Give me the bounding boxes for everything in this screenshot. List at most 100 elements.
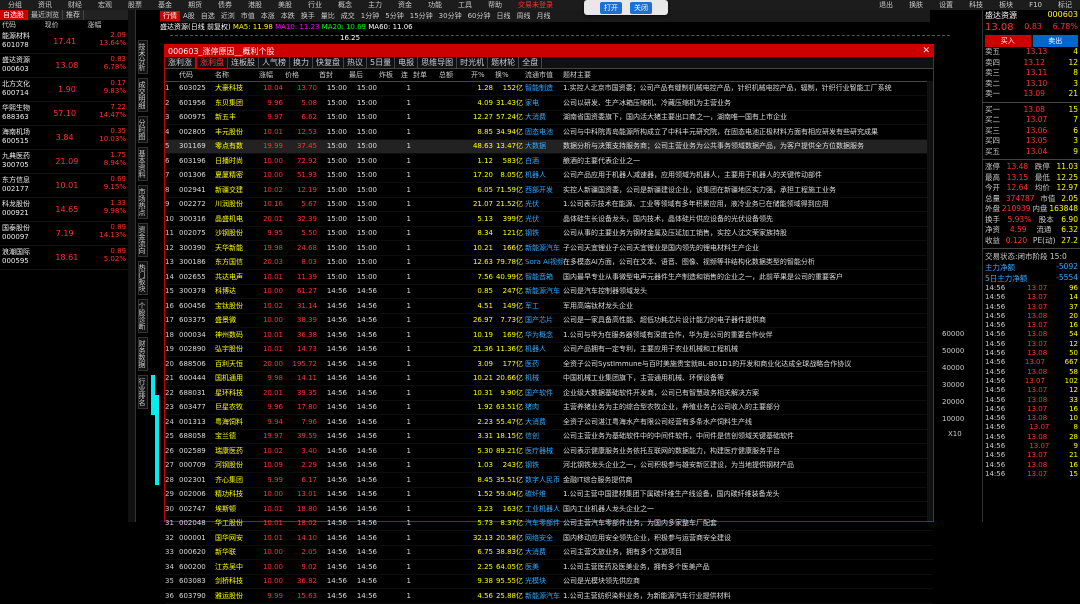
menu-item[interactable]: 财经 — [60, 0, 90, 10]
watchlist-row[interactable]: 浪潮国际 000595 18.61 0.89 5.02% — [0, 246, 128, 270]
table-row[interactable]: 22 688031 星环科技 20.01 39.35 14:56 14:56 1 10.31 9.… — [165, 385, 933, 401]
chart-tool[interactable]: 周线 — [514, 11, 534, 21]
menu-item[interactable]: 概念 — [330, 0, 360, 10]
chart-tool[interactable]: 本跌 — [278, 11, 298, 21]
toolbar-item[interactable]: F10 — [1021, 1, 1050, 9]
table-row[interactable]: 15 300378 科博达 10.00 61.27 14:56 14:56 1 0.85 247亿… — [165, 284, 933, 299]
table-row[interactable]: 20 688506 百利天恒 20.00 195.72 14:56 14:56 1 3.09 17… — [165, 356, 933, 372]
side-tab[interactable]: 成交明细 — [138, 78, 148, 112]
side-tab[interactable]: 资金流向 — [138, 223, 148, 257]
chart-tool[interactable]: 60分钟 — [465, 11, 494, 21]
buy-button[interactable]: 买入 — [985, 35, 1031, 47]
dialog-tab[interactable]: 换力 — [290, 57, 313, 68]
menu-item[interactable]: 美股 — [270, 0, 300, 10]
side-tab[interactable]: 财务数据 — [138, 337, 148, 371]
watchlist-row[interactable]: 北方文化 600714 1.90 0.17 9.83% — [0, 78, 128, 102]
chart-tool[interactable]: 市值 — [238, 11, 258, 21]
column-header[interactable]: 题材主要 — [563, 69, 607, 82]
watchlist-row[interactable]: 九典医药 300705 21.09 1.75 8.94% — [0, 150, 128, 174]
table-row[interactable]: 21 600444 国机通用 9.98 14.11 14:56 14:56 1 10.21 20.… — [165, 371, 933, 386]
menu-item[interactable]: 期货 — [180, 0, 210, 10]
chart-tool[interactable]: 1分钟 — [358, 11, 382, 21]
ask-row[interactable]: 卖一 13.09 21 — [985, 89, 1078, 100]
menu-item[interactable]: 资金 — [390, 0, 420, 10]
open-button[interactable]: 打开 — [600, 1, 622, 14]
table-row[interactable]: 4 002805 丰元股份 10.01 12.53 15:00 15:00 1 8.85 34.9… — [165, 124, 933, 140]
table-row[interactable]: 17 603375 盛景微 10.00 38.39 14:56 14:56 1 26.97 7.7… — [165, 313, 933, 328]
chart-tool[interactable]: 30分钟 — [436, 11, 465, 21]
column-header[interactable]: 流通市值 — [525, 69, 563, 82]
chart-tool[interactable]: 行情 — [160, 11, 180, 21]
chart-tool[interactable]: 5分钟 — [382, 11, 406, 21]
table-row[interactable]: 35 603083 剑桥科技 10.00 36.82 14:56 14:56 1 9.38 95.… — [165, 574, 933, 589]
dialog-tab[interactable]: 时光机 — [457, 57, 489, 68]
table-row[interactable]: 28 002301 齐心集团 9.99 6.17 14:56 14:56 1 8.45 35.51… — [165, 472, 933, 488]
dialog-tab[interactable]: 快复盘 — [313, 57, 344, 68]
column-header[interactable]: 换% — [495, 69, 525, 82]
column-header[interactable]: 涨幅 — [259, 69, 285, 82]
column-header[interactable]: 连 — [401, 69, 413, 82]
table-row[interactable]: 19 002890 弘宇股份 10.01 14.73 14:56 14:56 1 21.36 11… — [165, 342, 933, 357]
ask-row[interactable]: 卖四 13.12 12 — [985, 58, 1078, 69]
dialog-tab[interactable]: 思维导图 — [418, 57, 458, 68]
table-row[interactable]: 30 002747 埃斯顿 10.01 18.80 14:56 14:56 1 3.23 163亿… — [165, 501, 933, 517]
dialog-tab[interactable]: 全盘 — [519, 57, 543, 68]
menu-item[interactable]: 工具 — [450, 0, 480, 10]
ask-row[interactable]: 卖五 13.13 4 — [985, 47, 1078, 58]
table-row[interactable]: 26 002589 瑞康医药 10.02 3.40 14:56 14:56 1 5.30 89.2… — [165, 443, 933, 459]
toolbar-item[interactable]: 标记 — [1050, 0, 1080, 10]
close-button[interactable]: 关闭 — [630, 1, 652, 14]
column-header[interactable]: 首封 — [319, 69, 349, 82]
table-row[interactable]: 16 600456 宝钛股份 10.02 31.14 14:56 14:56 1 4.51 149… — [165, 298, 933, 314]
column-header[interactable]: 最后 — [349, 69, 379, 82]
dialog-tab[interactable]: 5日量 — [367, 57, 396, 68]
table-row[interactable]: 6 603196 日播时尚 10.00 72.92 15:00 15:00 1 1.12 583亿… — [165, 153, 933, 169]
toolbar-item[interactable]: 科技 — [961, 0, 991, 10]
side-tab[interactable]: 技术分析 — [138, 40, 148, 74]
watchlist-row[interactable]: 科龙股份 000921 14.65 1.33 9.98% — [0, 198, 128, 222]
dialog-tab[interactable]: 涨利盘 — [196, 56, 228, 69]
table-row[interactable]: 23 603477 巨星农牧 9.96 17.80 14:56 14:56 1 1.92 63.5… — [165, 400, 933, 415]
column-header[interactable]: 总额 — [439, 69, 471, 82]
chart-tool[interactable]: 量比 — [318, 11, 338, 21]
table-row[interactable]: 36 603790 雅运股份 9.99 15.63 14:56 14:56 1 4.56 25.8… — [165, 588, 933, 604]
dialog-scrollbar[interactable] — [927, 81, 933, 521]
bid-row[interactable]: 买四 13.05 3 — [985, 136, 1078, 147]
ask-row[interactable]: 卖二 13.10 3 — [985, 79, 1078, 90]
dialog-tab[interactable]: 电报 — [395, 57, 419, 68]
watchlist-row[interactable]: 能源材料 601078 17.41 2.09 13.64% — [0, 30, 128, 54]
table-row[interactable]: 24 001313 粤海饲料 9.94 7.96 14:56 14:56 1 2.23 55.47… — [165, 414, 933, 430]
dialog-tab[interactable]: 人气榜 — [259, 57, 290, 68]
bid-row[interactable]: 买五 13.04 9 — [985, 147, 1078, 158]
login-alert[interactable]: 交易未登录 — [510, 0, 561, 10]
table-row[interactable]: 9 002272 川润股份 10.16 5.67 15:00 15:00 1 21.07 21.5… — [165, 197, 933, 212]
table-row[interactable]: 18 000034 神州数码 10.01 36.38 14:56 14:56 1 10.19 16… — [165, 327, 933, 343]
side-tab[interactable]: 行业排名 — [138, 375, 148, 409]
table-row[interactable]: 1 603025 大豪科技 10.04 13.70 15:00 15:00 1 1.28 152亿… — [165, 81, 933, 96]
column-header[interactable]: 炸板 — [379, 69, 401, 82]
toolbar-item[interactable]: 设置 — [931, 0, 961, 10]
toolbar-item[interactable]: 退出 — [871, 0, 901, 10]
menu-item[interactable]: 功能 — [420, 0, 450, 10]
table-row[interactable]: 25 688058 宝兰德 19.97 39.59 14:56 14:56 1 3.31 18.1… — [165, 429, 933, 444]
chart-tool[interactable]: 日线 — [494, 11, 514, 21]
watchlist-row[interactable]: 海南机场 600515 3.84 0.35 10.03% — [0, 126, 128, 150]
table-row[interactable]: 14 002655 共达电声 10.01 11.39 15:00 15:00 1 7.56 40.… — [165, 269, 933, 285]
side-tab[interactable]: 市场热点 — [138, 185, 148, 219]
menu-item[interactable]: 行业 — [300, 0, 330, 10]
menu-item[interactable]: 帮助 — [480, 0, 510, 10]
watchlist-row[interactable]: 华熙生物 688363 57.10 7.22 14.47% — [0, 102, 128, 126]
watchlist-row[interactable]: 盛达资源 000603 13.08 0.83 6.78% — [0, 54, 128, 78]
dialog-tab[interactable]: 涨利涨 — [165, 57, 196, 68]
toolbar-item[interactable]: 换肤 — [901, 0, 931, 10]
table-row[interactable]: 12 300390 天华新能 19.98 24.68 15:00 15:00 1 10.21 16… — [165, 240, 933, 256]
watchlist-tab[interactable]: 推荐 — [63, 10, 84, 20]
table-row[interactable]: 34 600200 江苏吴中 10.00 9.02 14:56 14:56 1 2.25 64.0… — [165, 559, 933, 575]
watchlist-row[interactable]: 东方信息 002177 10.01 0.69 9.15% — [0, 174, 128, 198]
column-header[interactable]: 价格 — [285, 69, 319, 82]
chart-tool[interactable]: A股 — [180, 11, 198, 21]
column-header[interactable]: 封单 — [413, 69, 439, 82]
table-row[interactable]: 29 002006 精功科技 10.00 13.01 14:56 14:56 1 1.52 59.… — [165, 487, 933, 502]
ask-row[interactable]: 卖三 13.11 8 — [985, 68, 1078, 79]
menu-item[interactable]: 基金 — [150, 0, 180, 10]
